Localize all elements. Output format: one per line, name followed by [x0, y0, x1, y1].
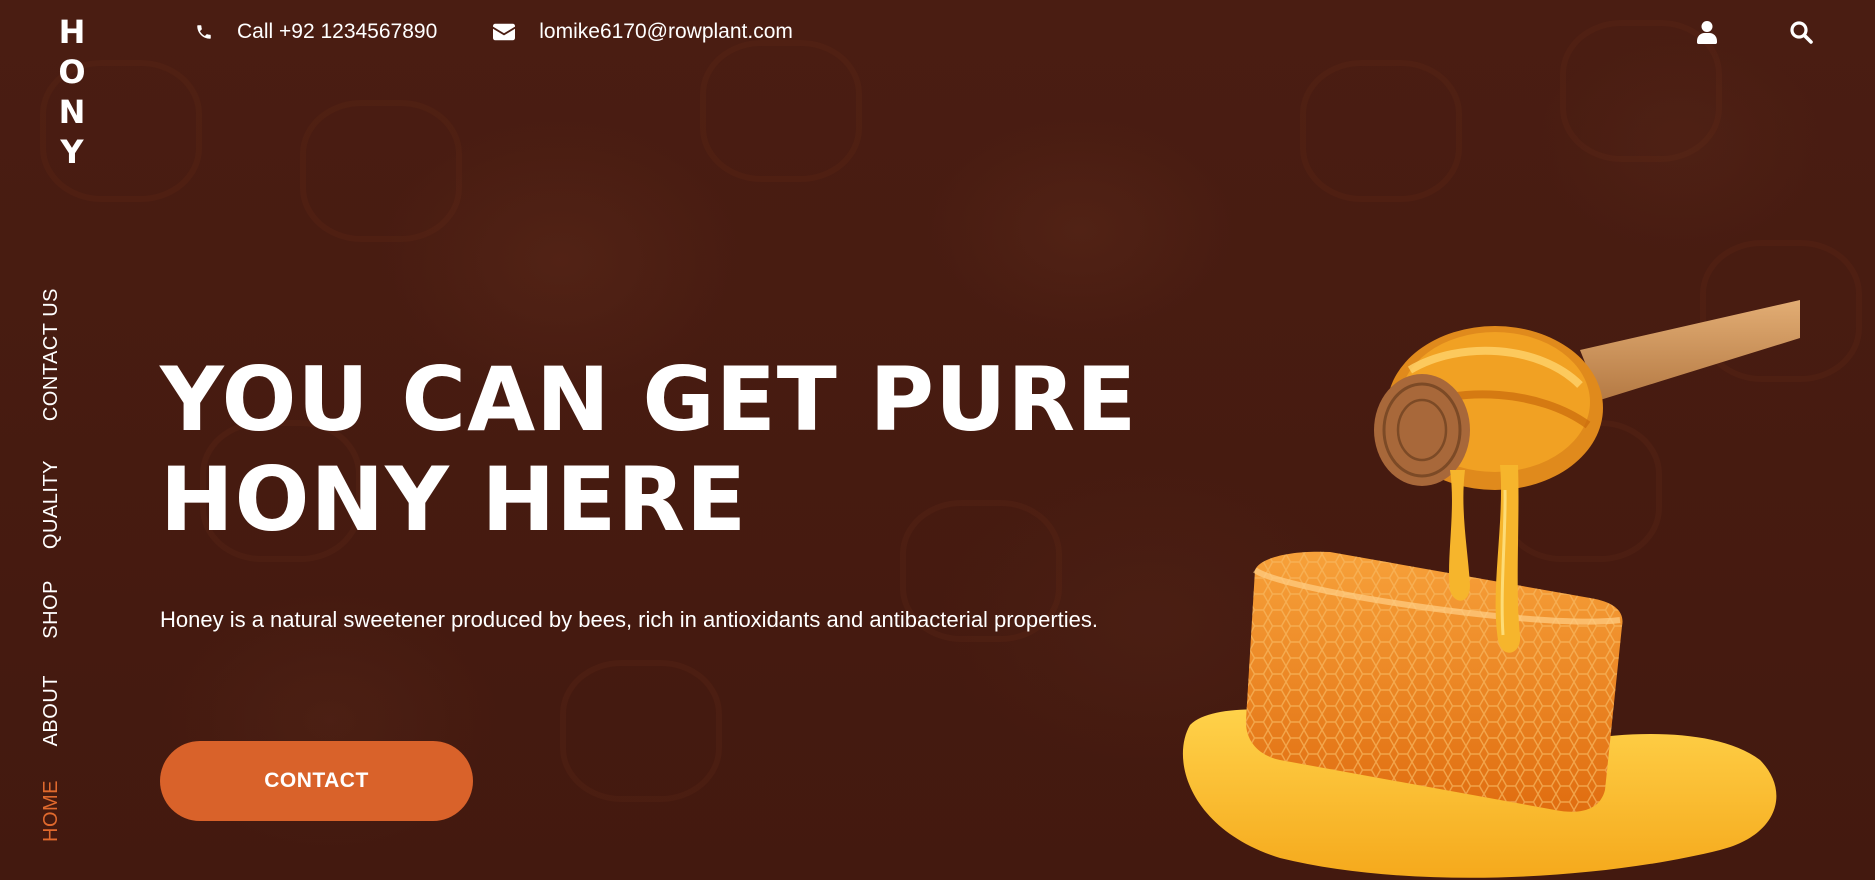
email-label: lomike6170@rowplant.com — [539, 20, 793, 43]
search-button[interactable] — [1787, 18, 1815, 46]
user-icon — [1697, 21, 1717, 44]
headline-line-1: YOU CAN GET PURE — [160, 348, 1138, 451]
nav-item-quality[interactable]: QUALITY — [40, 460, 84, 549]
brand-logo[interactable]: H O N Y — [54, 12, 90, 172]
hero-headline: YOU CAN GET PURE HONY HERE — [160, 350, 1160, 550]
nav-item-contact-us[interactable]: CONTACT US — [40, 288, 84, 421]
logo-letter: H — [58, 13, 86, 51]
phone-label: Call +92 1234567890 — [237, 20, 438, 43]
user-button[interactable] — [1693, 18, 1721, 46]
logo-letter: N — [58, 93, 86, 131]
email-contact[interactable]: lomike6170@rowplant.com — [493, 20, 793, 44]
hero-description: Honey is a natural sweetener produced by… — [160, 607, 1098, 632]
phone-contact[interactable]: Call +92 1234567890 — [195, 20, 437, 44]
nav-item-home[interactable]: HOME — [40, 780, 84, 842]
phone-icon — [197, 25, 211, 39]
nav-item-shop[interactable]: SHOP — [40, 580, 84, 639]
contact-button[interactable]: CONTACT — [160, 741, 473, 821]
top-contact-bar: Call +92 1234567890 lomike6170@rowplant.… — [195, 16, 849, 48]
header-actions — [1627, 18, 1815, 46]
search-icon — [1790, 21, 1813, 44]
nav-item-about[interactable]: ABOUT — [40, 675, 84, 746]
side-navigation: CONTACT US QUALITY SHOP ABOUT HOME — [40, 280, 84, 860]
logo-letter: Y — [60, 133, 84, 171]
honeycomb-dipper-image — [1182, 300, 1800, 878]
logo-letter: O — [58, 53, 86, 91]
headline-line-2: HONY HERE — [160, 448, 748, 551]
envelope-icon — [493, 23, 516, 41]
